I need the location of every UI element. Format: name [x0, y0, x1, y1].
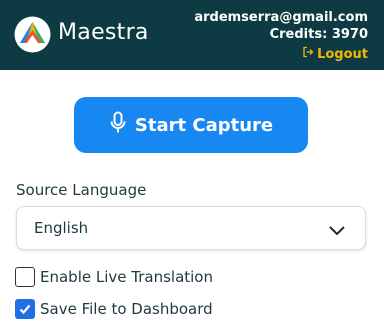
logout-icon: [302, 46, 314, 63]
start-capture-label: Start Capture: [134, 114, 274, 136]
account-email: ardemserra@gmail.com: [194, 10, 368, 25]
save-to-dashboard-checkbox[interactable]: [15, 299, 35, 319]
source-language-label: Source Language: [16, 181, 147, 199]
chevron-down-icon: [328, 222, 346, 236]
source-language-value: English: [34, 219, 89, 237]
app-header: Maestra ardemserra@gmail.com Credits: 39…: [0, 0, 384, 70]
maestra-logo: [14, 16, 51, 53]
microphone-icon: [109, 111, 127, 140]
save-to-dashboard-option[interactable]: Save File to Dashboard: [15, 299, 213, 319]
source-language-select[interactable]: English: [16, 206, 366, 250]
brand-name: Maestra: [58, 20, 149, 45]
live-translation-checkbox[interactable]: [15, 267, 35, 287]
save-to-dashboard-label: Save File to Dashboard: [40, 300, 213, 318]
live-translation-option[interactable]: Enable Live Translation: [15, 267, 213, 287]
account-info: ardemserra@gmail.com Credits: 3970 Logou…: [194, 9, 368, 63]
checkmark-icon: [19, 304, 31, 315]
logout-label: Logout: [317, 47, 368, 62]
start-capture-button[interactable]: Start Capture: [74, 97, 308, 153]
logout-link[interactable]: Logout: [302, 46, 368, 63]
credits-count: Credits: 3970: [269, 27, 368, 42]
live-translation-label: Enable Live Translation: [40, 268, 213, 286]
